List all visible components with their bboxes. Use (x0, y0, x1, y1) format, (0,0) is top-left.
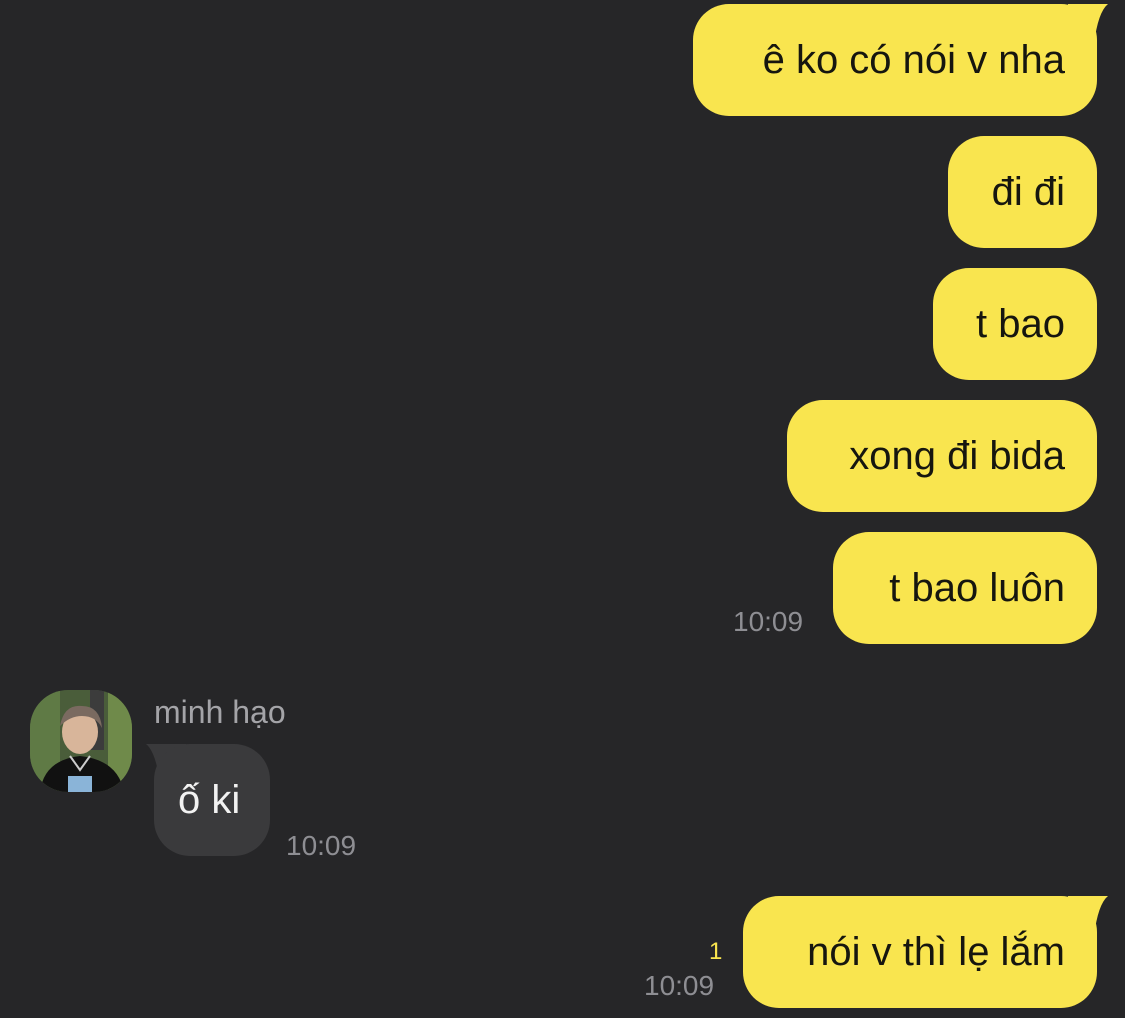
sender-name: minh hạo (154, 694, 286, 730)
sent-message-bubble[interactable]: đi đi (948, 136, 1097, 248)
message-text: t bao luôn (889, 566, 1065, 610)
sent-message-bubble[interactable]: nói v thì lẹ lắm (743, 896, 1097, 1008)
sender-avatar[interactable] (30, 690, 132, 792)
avatar-photo-icon (30, 690, 132, 792)
sent-message-bubble[interactable]: ê ko có nói v nha (693, 4, 1097, 116)
bubble-tail-icon (1068, 4, 1108, 44)
message-text: t bao (976, 302, 1065, 346)
message-text: xong đi bida (849, 434, 1065, 478)
message-text: nói v thì lẹ lắm (807, 930, 1065, 974)
message-text: ố ki (178, 778, 241, 822)
sent-message-bubble[interactable]: t bao (933, 268, 1097, 380)
sent-message-bubble[interactable]: xong đi bida (787, 400, 1097, 512)
sent-message-bubble[interactable]: t bao luôn (833, 532, 1097, 644)
message-timestamp: 10:09 (644, 970, 715, 1001)
unread-count: 1 (709, 938, 723, 965)
message-text: ê ko có nói v nha (762, 38, 1065, 82)
message-text: đi đi (991, 170, 1065, 214)
message-timestamp: 10:09 (733, 606, 804, 637)
message-timestamp: 10:09 (286, 830, 357, 861)
bubble-tail-icon (1068, 896, 1108, 936)
received-message-bubble[interactable]: ố ki (154, 744, 270, 856)
